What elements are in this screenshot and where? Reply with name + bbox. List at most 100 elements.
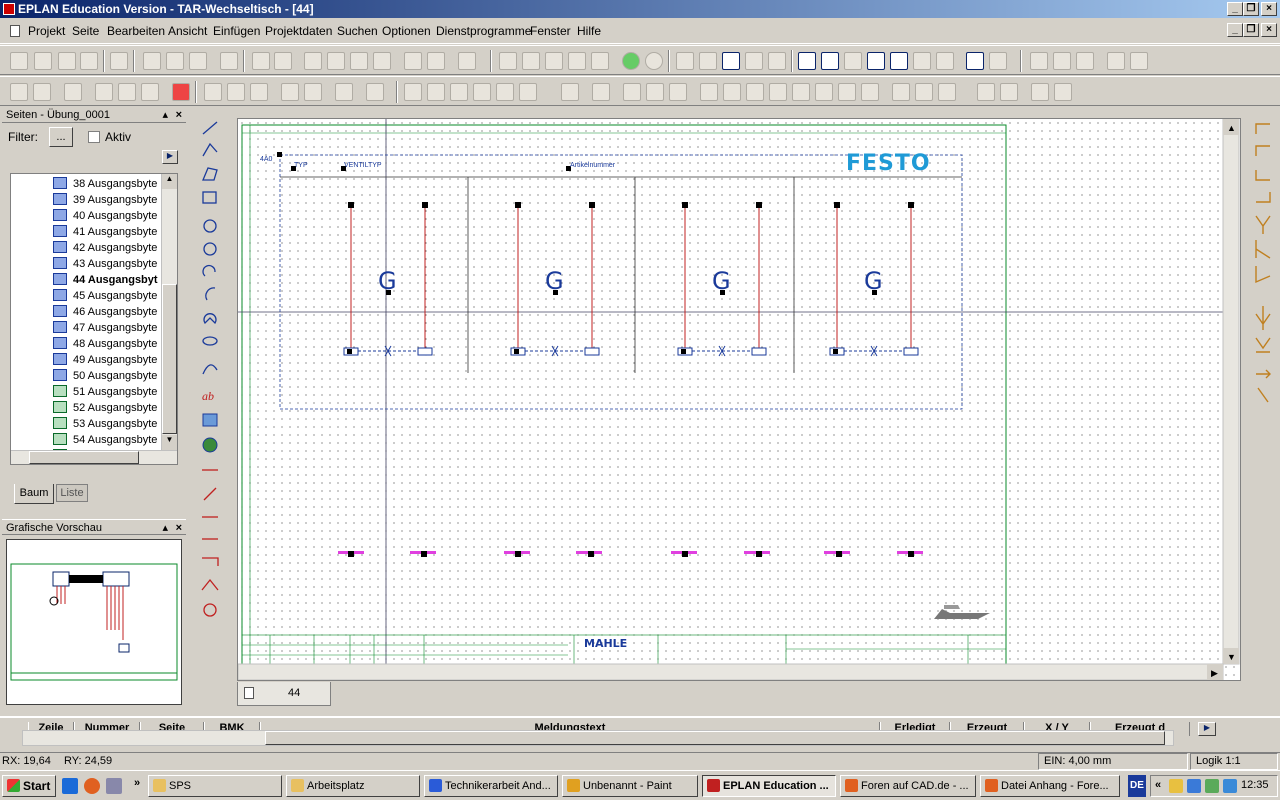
- insert-image-icon[interactable]: [977, 83, 995, 101]
- tools-icon[interactable]: [110, 52, 128, 70]
- symbol-cross-icon[interactable]: [1030, 52, 1048, 70]
- page-copy-icon[interactable]: [450, 83, 468, 101]
- page-properties-icon[interactable]: [10, 83, 28, 101]
- symbol-insert-icon[interactable]: [1053, 52, 1071, 70]
- tree-page-item[interactable]: 48 Ausgangsbyte: [53, 336, 157, 352]
- redo-icon[interactable]: [350, 52, 368, 70]
- dimension-radius-icon[interactable]: [203, 603, 217, 617]
- taskbar-task-button[interactable]: Unbenannt - Paint: [562, 775, 698, 797]
- tree-page-item[interactable]: 39 Ausgangsbyte: [53, 192, 157, 208]
- dimension-incremental-icon[interactable]: [202, 557, 219, 566]
- bus-icon[interactable]: [723, 83, 741, 101]
- user-icon[interactable]: [64, 83, 82, 101]
- tree-page-item[interactable]: 45 Ausgangsbyte: [53, 288, 157, 304]
- message-expand-icon[interactable]: ▶: [1198, 722, 1216, 736]
- print-icon[interactable]: [80, 52, 98, 70]
- plc-card-icon[interactable]: [304, 83, 322, 101]
- globe-tool-icon[interactable]: [202, 437, 218, 453]
- tree-page-item[interactable]: 53 Ausgangsbyte: [53, 416, 157, 432]
- symbol-angle-icon[interactable]: [1076, 52, 1094, 70]
- paste-icon[interactable]: [189, 52, 207, 70]
- tray-expand-icon[interactable]: «: [1155, 779, 1161, 791]
- message-hscrollbar[interactable]: [22, 730, 1174, 746]
- tree-page-item[interactable]: 44 Ausgangsbyt: [53, 272, 158, 288]
- tree-scroll-thumb[interactable]: [162, 284, 177, 434]
- find-symbol-icon[interactable]: [989, 52, 1007, 70]
- angle-line-icon[interactable]: [1257, 387, 1269, 403]
- tree-page-item[interactable]: 41 Ausgangsbyte: [53, 224, 157, 240]
- circle-3pt-tool-icon[interactable]: [203, 242, 217, 256]
- taskbar-task-button[interactable]: Datei Anhang - Fore...: [980, 775, 1120, 797]
- device-edit-icon[interactable]: [250, 83, 268, 101]
- terminal-icon[interactable]: [95, 83, 113, 101]
- arc-tool-icon[interactable]: [202, 264, 216, 277]
- language-indicator[interactable]: DE: [1128, 775, 1146, 797]
- cart-icon[interactable]: [1031, 83, 1049, 101]
- tree-page-item[interactable]: 54 Ausgangsbyte: [53, 432, 157, 448]
- text-tool-icon[interactable]: ab: [202, 389, 214, 403]
- binoculars-icon[interactable]: [966, 52, 984, 70]
- wire-edit-icon[interactable]: [769, 83, 787, 101]
- menu-hilfe[interactable]: Hilfe: [577, 24, 601, 38]
- drawing-canvas[interactable]: ▲ ▼ ▶ 4A0 TYP VENTILTYP Artikelnummer FE…: [237, 118, 1241, 681]
- tree-page-item[interactable]: 49 Ausgangsbyte: [53, 352, 157, 368]
- aktiv-checkbox[interactable]: [88, 131, 100, 143]
- cursor-icon[interactable]: [1107, 52, 1125, 70]
- cross-down-icon[interactable]: [1255, 306, 1271, 330]
- page-edit-icon[interactable]: [473, 83, 491, 101]
- menu-dienstprogramme[interactable]: Dienstprogramme: [436, 24, 531, 38]
- back-icon[interactable]: [622, 52, 640, 70]
- structure-icon[interactable]: [669, 83, 687, 101]
- magnet-off-icon[interactable]: [890, 52, 908, 70]
- pages-icon[interactable]: [404, 83, 422, 101]
- potential-icon[interactable]: [172, 83, 190, 101]
- restore-button[interactable]: ❐: [1243, 2, 1259, 16]
- tray-security-icon[interactable]: [1223, 779, 1237, 793]
- tray-network-icon[interactable]: [1187, 779, 1201, 793]
- crosshair-icon[interactable]: [1130, 52, 1148, 70]
- doc-close-button[interactable]: ×: [1261, 23, 1277, 37]
- print-preview-icon[interactable]: [58, 52, 76, 70]
- taskbar-task-button[interactable]: Foren auf CAD.de - ...: [840, 775, 976, 797]
- corner-bl-icon[interactable]: [1255, 170, 1270, 181]
- quicklaunch-more-icon[interactable]: »: [134, 777, 140, 789]
- panel-collapse-icon[interactable]: ▴: [162, 107, 168, 123]
- insert-scale-icon[interactable]: [1000, 83, 1018, 101]
- tree-page-item[interactable]: 47 Ausgangsbyte: [53, 320, 157, 336]
- snap-grid-icon[interactable]: [699, 52, 717, 70]
- menu-projekt[interactable]: Projekt: [28, 24, 65, 38]
- macro-insert-icon[interactable]: [274, 52, 292, 70]
- device-list-icon[interactable]: [227, 83, 245, 101]
- preview-close-icon[interactable]: ×: [176, 520, 182, 536]
- zoom-out-icon[interactable]: [568, 52, 586, 70]
- connection-icon[interactable]: [913, 52, 931, 70]
- macro-icon[interactable]: [252, 52, 270, 70]
- circle-tool-icon[interactable]: [203, 219, 217, 233]
- tab-baum[interactable]: Baum: [14, 484, 54, 504]
- taskbar-task-button[interactable]: Arbeitsplatz: [286, 775, 420, 797]
- grid-icon[interactable]: [798, 52, 816, 70]
- page-tab-44[interactable]: 44: [237, 682, 331, 706]
- new-page-icon[interactable]: [427, 83, 445, 101]
- tee-down-icon[interactable]: [1255, 215, 1271, 234]
- minimize-button[interactable]: _: [1227, 2, 1243, 16]
- arc-center-tool-icon[interactable]: [205, 287, 216, 301]
- corner-br-icon[interactable]: [1256, 192, 1271, 203]
- tree-page-item[interactable]: 43 Ausgangsbyte: [53, 256, 157, 272]
- ellipse-tool-icon[interactable]: [202, 336, 218, 346]
- menu-fenster[interactable]: Fenster: [530, 24, 571, 38]
- polyline-tool-icon[interactable]: [202, 142, 218, 157]
- interruption-icon[interactable]: [1256, 369, 1271, 379]
- zoom-in-icon[interactable]: [545, 52, 563, 70]
- fit-icon[interactable]: [844, 52, 862, 70]
- tree-page-item[interactable]: 50 Ausgangsbyte: [53, 368, 157, 384]
- terminal-strip-icon[interactable]: [118, 83, 136, 101]
- menu-optionen[interactable]: Optionen: [382, 24, 431, 38]
- refresh-icon[interactable]: [499, 52, 517, 70]
- break-icon[interactable]: [792, 83, 810, 101]
- panel-close-icon[interactable]: ×: [176, 107, 182, 123]
- filter-button[interactable]: ...: [49, 127, 73, 147]
- layout-icon[interactable]: [623, 83, 641, 101]
- taskbar-task-button[interactable]: EPLAN Education ...: [702, 775, 836, 797]
- doc-restore-button[interactable]: ❐: [1243, 23, 1259, 37]
